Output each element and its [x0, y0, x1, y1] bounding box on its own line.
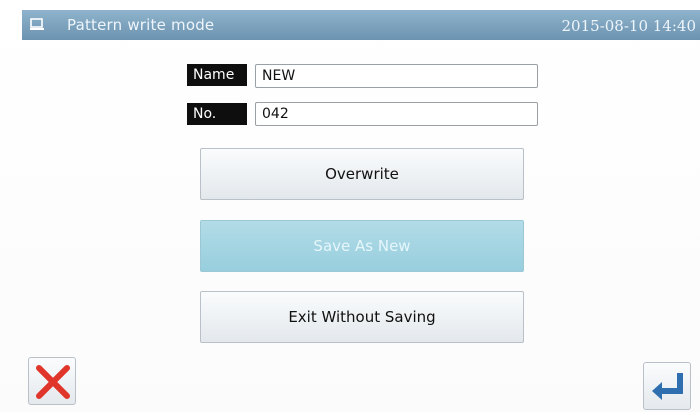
- title-bar: Pattern write mode 2015-08-10 14:40: [22, 10, 700, 40]
- pattern-write-screen: Pattern write mode 2015-08-10 14:40 Name…: [0, 0, 700, 412]
- name-field[interactable]: NEW: [255, 64, 538, 88]
- number-label: No.: [187, 103, 247, 125]
- enter-icon: [652, 373, 683, 400]
- close-icon: [36, 365, 70, 399]
- window-title: Pattern write mode: [67, 16, 215, 34]
- cancel-button[interactable]: [28, 357, 76, 405]
- datetime-display: 2015-08-10 14:40: [561, 17, 696, 35]
- name-label: Name: [187, 64, 247, 86]
- number-field[interactable]: 042: [255, 102, 538, 126]
- exit-without-saving-button[interactable]: Exit Without Saving: [200, 291, 524, 343]
- overwrite-button[interactable]: Overwrite: [200, 148, 524, 200]
- save-as-new-button[interactable]: Save As New: [200, 220, 524, 272]
- confirm-button[interactable]: [643, 362, 691, 410]
- screen-icon: [30, 18, 44, 30]
